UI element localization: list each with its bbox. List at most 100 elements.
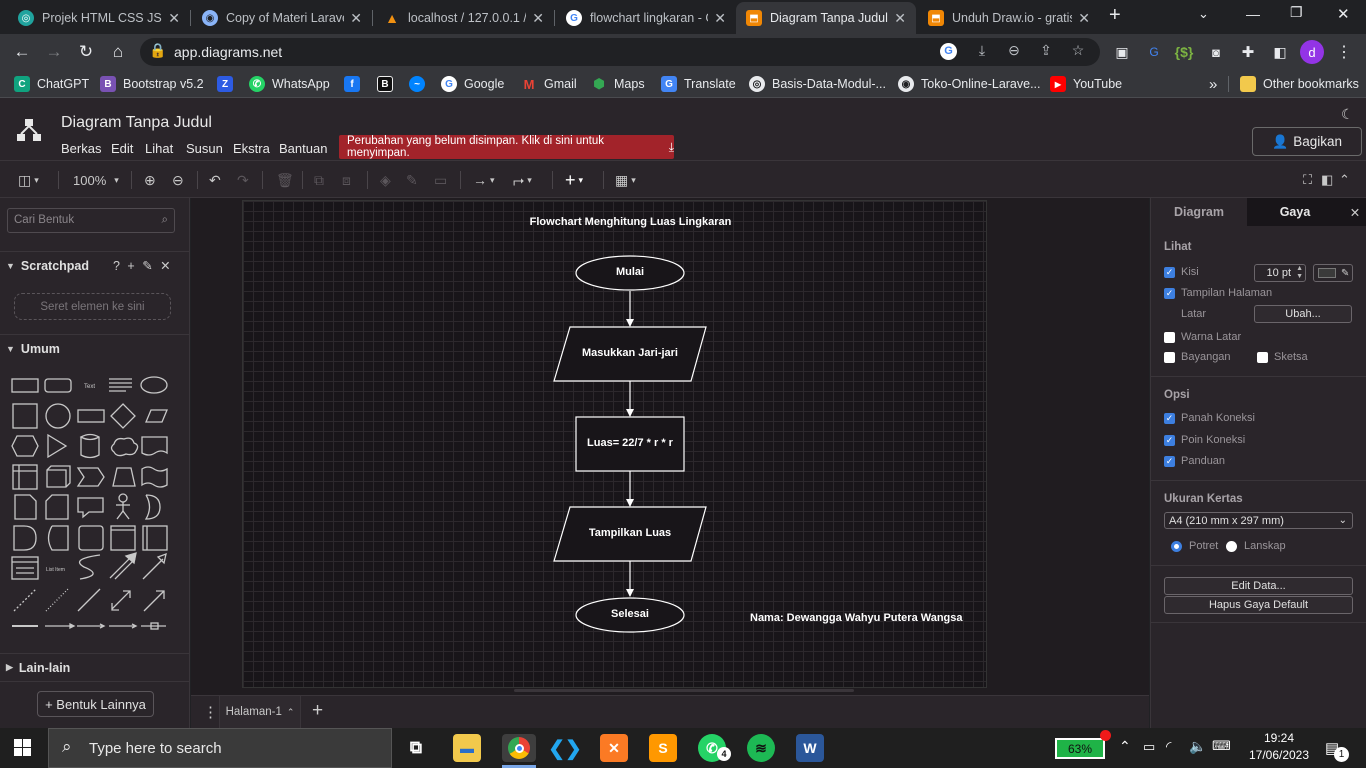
- extension-json-icon[interactable]: {$}: [1172, 40, 1196, 64]
- menu-arrange[interactable]: Susun: [186, 141, 223, 156]
- battery-icon[interactable]: ▭: [1143, 739, 1155, 755]
- bookmark-toko-online[interactable]: ◉ Toko-Online-Larave...: [898, 75, 1041, 93]
- back-icon[interactable]: ←: [10, 40, 34, 64]
- table-icon[interactable]: ▦ ▾: [615, 171, 636, 189]
- share-button[interactable]: 👤 Bagikan: [1252, 127, 1362, 156]
- add-page-button[interactable]: +: [312, 700, 323, 722]
- reset-default-style-button[interactable]: Hapus Gaya Default: [1164, 596, 1353, 614]
- other-bookmarks-folder[interactable]: ■ Other bookmarks: [1240, 75, 1359, 93]
- waypoints-icon[interactable]: ⮣ ▾: [513, 171, 532, 189]
- close-tab-icon[interactable]: ✕: [714, 10, 726, 27]
- spotify-icon[interactable]: ≋: [747, 734, 775, 762]
- checkbox-checked-icon[interactable]: ✓: [1164, 412, 1175, 424]
- shadow-icon[interactable]: ▭: [434, 171, 447, 189]
- new-tab-button[interactable]: +: [1109, 4, 1121, 27]
- restore-icon[interactable]: ❐: [1290, 4, 1303, 21]
- insert-plus-icon[interactable]: + ▾: [565, 170, 583, 190]
- menu-file[interactable]: Berkas: [61, 141, 101, 156]
- file-explorer-icon[interactable]: ▬: [453, 734, 481, 762]
- page-tab[interactable]: Halaman-1 ⌃: [219, 696, 301, 728]
- vscode-icon[interactable]: ❮❯: [548, 734, 582, 762]
- misc-shapes-header[interactable]: ▶ Lain-lain: [0, 653, 190, 681]
- volume-icon[interactable]: 🔈: [1189, 738, 1206, 755]
- share-page-icon[interactable]: ⇪: [1036, 42, 1056, 59]
- battery-meter[interactable]: 63%: [1055, 738, 1105, 759]
- menu-view[interactable]: Lihat: [145, 141, 173, 156]
- profile-avatar[interactable]: d: [1300, 40, 1324, 64]
- checkbox-unchecked-icon[interactable]: [1164, 331, 1175, 343]
- bookmark-b[interactable]: B: [377, 75, 400, 93]
- undo-icon[interactable]: ↶: [209, 171, 221, 189]
- taskbar-search-box[interactable]: ⌕ Type here to search: [48, 728, 392, 768]
- chrome-menu-icon[interactable]: ⋮: [1332, 40, 1356, 64]
- change-background-button[interactable]: Ubah...: [1254, 305, 1352, 323]
- extension-screenshot-icon[interactable]: ▣: [1110, 40, 1134, 64]
- close-tab-icon[interactable]: ✕: [1078, 10, 1090, 27]
- bookmark-bootstrap[interactable]: B Bootstrap v5.2: [100, 75, 204, 93]
- bookmark-translate[interactable]: G Translate: [661, 75, 736, 93]
- unsaved-changes-banner[interactable]: Perubahan yang belum disimpan. Klik di s…: [339, 135, 674, 159]
- bookmark-star-icon[interactable]: ☆: [1068, 42, 1088, 59]
- checkbox-unchecked-icon[interactable]: [1164, 351, 1175, 363]
- menu-help[interactable]: Bantuan: [279, 141, 327, 156]
- bookmark-messenger[interactable]: ~: [409, 75, 432, 93]
- checkbox-unchecked-icon[interactable]: [1257, 351, 1268, 363]
- diagram-title[interactable]: Flowchart Menghitung Luas Lingkaran: [488, 216, 773, 228]
- bookmark-maps[interactable]: ⬢ Maps: [591, 75, 644, 93]
- scratchpad-header[interactable]: ▼ Scratchpad ? + ✎ ✕: [0, 251, 190, 279]
- zoom-icon[interactable]: ⊖: [1004, 42, 1024, 59]
- tab-style[interactable]: Gaya: [1247, 198, 1343, 226]
- page-view-checkbox[interactable]: ✓ Tampilan Halaman: [1164, 287, 1272, 299]
- browser-tab[interactable]: G flowchart lingkaran - G ✕: [556, 2, 736, 34]
- zoom-in-icon[interactable]: ⊕: [144, 171, 156, 189]
- bookmark-whatsapp[interactable]: ✆ WhatsApp: [249, 75, 330, 93]
- chrome-taskbar-icon[interactable]: [502, 734, 536, 762]
- checkbox-checked-icon[interactable]: ✓: [1164, 434, 1175, 446]
- search-icon[interactable]: ⌕: [162, 209, 168, 232]
- close-panel-icon[interactable]: ✕: [1343, 198, 1366, 226]
- wifi-icon[interactable]: ◜: [1166, 738, 1171, 755]
- fill-color-icon[interactable]: ◈: [380, 171, 391, 189]
- browser-tab[interactable]: ⬒ Unduh Draw.io - gratis ✕: [918, 2, 1100, 34]
- zoom-level[interactable]: 100% ▾: [73, 171, 119, 189]
- toggle-panel-icon[interactable]: ◧: [1321, 171, 1333, 189]
- author-note[interactable]: Nama: Dewangga Wahyu Putera Wangsa: [750, 612, 980, 624]
- horizontal-scrollbar[interactable]: [514, 689, 854, 692]
- shadow-checkbox[interactable]: Bayangan: [1164, 351, 1231, 363]
- bookmark-youtube[interactable]: ▶ YouTube: [1050, 75, 1122, 93]
- document-title[interactable]: Diagram Tanpa Judul: [61, 114, 212, 132]
- menu-edit[interactable]: Edit: [111, 141, 133, 156]
- connection-arrows-checkbox[interactable]: ✓ Panah Koneksi: [1164, 412, 1255, 424]
- google-lens-icon[interactable]: G: [940, 43, 957, 60]
- scratchpad-tools[interactable]: ? + ✎ ✕: [113, 258, 173, 273]
- line-color-icon[interactable]: ✎: [406, 171, 418, 189]
- grid-color-picker[interactable]: ✎: [1313, 264, 1353, 282]
- edit-data-button[interactable]: Edit Data...: [1164, 577, 1353, 595]
- tab-search-icon[interactable]: ⌄: [1198, 6, 1209, 22]
- menu-extras[interactable]: Ekstra: [233, 141, 270, 156]
- word-icon[interactable]: W: [796, 734, 824, 762]
- redo-icon[interactable]: ↷: [237, 171, 249, 189]
- sublime-text-icon[interactable]: S: [649, 734, 677, 762]
- home-icon[interactable]: ⌂: [106, 40, 130, 64]
- drawio-logo-icon[interactable]: [16, 118, 42, 142]
- browser-tab-active[interactable]: ⬒ Diagram Tanpa Judul - ✕: [736, 2, 916, 34]
- extensions-puzzle-icon[interactable]: ✚: [1236, 40, 1260, 64]
- landscape-radio[interactable]: Lanskap: [1226, 540, 1286, 552]
- paper-size-select[interactable]: A4 (210 mm x 297 mm) ⌄: [1164, 512, 1353, 529]
- diagram-page[interactable]: Flowchart Menghitung Luas Lingkaran Mula…: [242, 200, 987, 688]
- format-panel-toggle-icon[interactable]: ◫ ▾: [18, 171, 39, 189]
- shape-search-input[interactable]: Cari Bentuk ⌕: [7, 208, 175, 233]
- checkbox-checked-icon[interactable]: ✓: [1164, 266, 1175, 278]
- dark-mode-moon-icon[interactable]: ☾: [1341, 106, 1354, 123]
- more-bookmarks-chevron[interactable]: »: [1209, 75, 1217, 93]
- browser-tab[interactable]: ◎ Projek HTML CSS JS. ✕: [8, 2, 190, 34]
- extension-camera-icon[interactable]: ◙: [1204, 40, 1228, 64]
- show-hidden-icons-chevron[interactable]: ⌃: [1119, 738, 1131, 755]
- connection-style-icon[interactable]: → ▾: [473, 171, 495, 189]
- delete-icon[interactable]: 🗑: [276, 171, 294, 189]
- windows-start-icon[interactable]: [14, 739, 32, 757]
- reload-icon[interactable]: ↻: [74, 40, 98, 64]
- close-tab-icon[interactable]: ✕: [350, 10, 362, 27]
- window-close-icon[interactable]: ✕: [1337, 5, 1350, 23]
